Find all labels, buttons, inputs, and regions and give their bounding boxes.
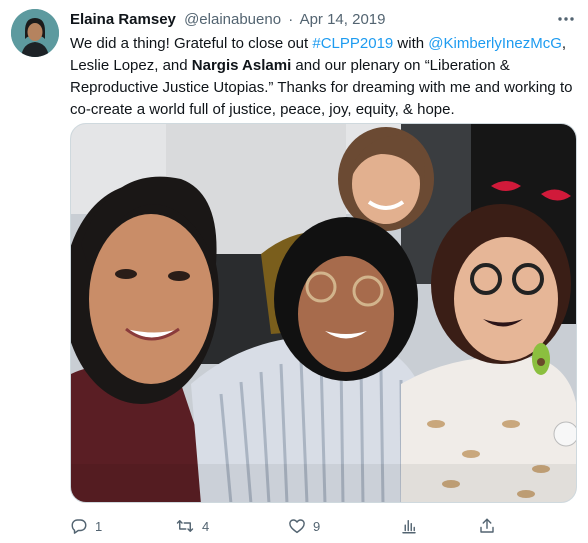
more-options-button[interactable] <box>554 9 578 29</box>
tweet-photo[interactable] <box>70 123 577 503</box>
retweet-count: 4 <box>202 518 210 534</box>
analytics-icon <box>402 520 416 534</box>
avatar[interactable] <box>11 9 59 57</box>
retweet-icon <box>176 520 194 532</box>
author-handle[interactable]: @elainabueno <box>184 11 281 28</box>
tweet-actions: 1 4 9 <box>70 512 580 540</box>
share-button[interactable] <box>478 512 496 540</box>
tweet-text-part: We did a thing! Grateful to close out <box>70 35 313 52</box>
more-icon <box>558 17 574 21</box>
separator-dot: · <box>288 11 294 28</box>
mention-link[interactable]: @KimberlyInezMcG <box>428 35 562 52</box>
retweet-button[interactable]: 4 <box>175 512 209 540</box>
tweet-card: Elaina Ramsey @elainabueno · Apr 14, 201… <box>0 0 588 543</box>
like-button[interactable]: 9 <box>288 512 320 540</box>
group-selfie-photo <box>71 124 576 502</box>
reply-button[interactable]: 1 <box>70 512 102 540</box>
reply-count: 1 <box>95 518 103 534</box>
reply-icon <box>71 519 87 534</box>
share-icon <box>480 518 494 533</box>
tweet-text-part: with <box>393 35 429 52</box>
author-name[interactable]: Elaina Ramsey <box>70 11 176 28</box>
tweet-text: We did a thing! Grateful to close out #C… <box>70 33 580 121</box>
hashtag-link[interactable]: #CLPP2019 <box>312 35 393 52</box>
tweet-header: Elaina Ramsey @elainabueno · Apr 14, 201… <box>70 10 385 30</box>
tweet-date[interactable]: Apr 14, 2019 <box>300 11 386 28</box>
views-button[interactable] <box>400 512 418 540</box>
bold-name: Nargis Aslami <box>191 57 292 74</box>
like-count: 9 <box>313 518 321 534</box>
heart-icon <box>289 519 305 534</box>
